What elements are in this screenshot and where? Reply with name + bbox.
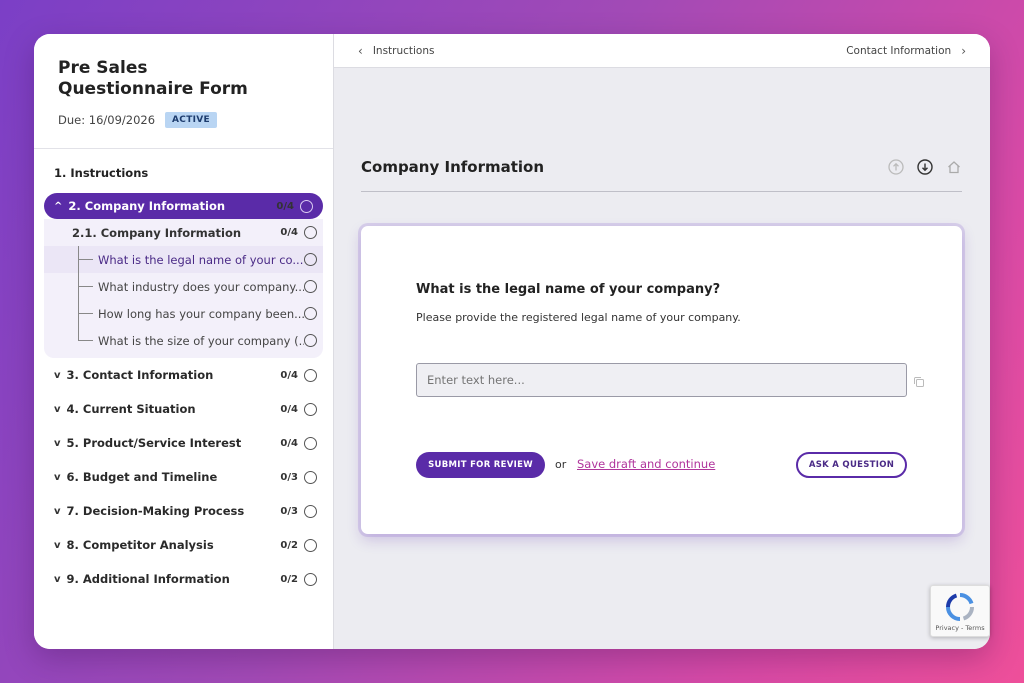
nav-question-item[interactable]: How long has your company been... bbox=[44, 300, 323, 327]
section-label: 3. Contact Information bbox=[66, 368, 214, 382]
due-date: Due: 16/09/2026 bbox=[58, 113, 156, 127]
subsection-label: 2.1. Company Information bbox=[72, 225, 242, 240]
tree-connector bbox=[78, 246, 98, 273]
chevron-down-icon: v bbox=[54, 539, 61, 551]
main-panel: ‹ Instructions Contact Information › Com… bbox=[334, 34, 990, 649]
question-label: What industry does your company... bbox=[98, 279, 304, 294]
chevron-left-icon: ‹ bbox=[358, 43, 363, 58]
or-text: or bbox=[555, 458, 567, 471]
section-count: 0/4 bbox=[280, 437, 298, 449]
progress-circle-icon bbox=[304, 368, 317, 382]
nav-item-instructions[interactable]: 1. Instructions bbox=[34, 163, 333, 193]
recaptcha-badge[interactable]: Privacy - Terms bbox=[930, 585, 990, 637]
nav-item-section[interactable]: v 8. Competitor Analysis 0/2 bbox=[34, 528, 333, 562]
nav-item-section[interactable]: v 9. Additional Information 0/2 bbox=[34, 562, 333, 596]
tree-connector bbox=[78, 327, 98, 354]
section-label: 7. Decision-Making Process bbox=[66, 504, 245, 518]
sidebar: Pre Sales Questionnaire Form Due: 16/09/… bbox=[34, 34, 334, 649]
nav-item-section[interactable]: v 7. Decision-Making Process 0/3 bbox=[34, 494, 333, 528]
subsection-block: 2.1. Company Information 0/4 What is the… bbox=[44, 219, 323, 358]
section-count: 0/2 bbox=[280, 573, 298, 585]
section-label: 9. Additional Information bbox=[66, 572, 230, 586]
home-icon[interactable] bbox=[945, 158, 962, 175]
page-header: Company Information bbox=[361, 152, 962, 192]
recaptcha-text: Privacy - Terms bbox=[935, 624, 985, 632]
section-label: 4. Current Situation bbox=[66, 402, 196, 416]
question-card: What is the legal name of your company? … bbox=[361, 226, 962, 534]
chevron-up-icon: ^ bbox=[54, 200, 63, 212]
chevron-down-icon: v bbox=[54, 403, 61, 415]
progress-circle-icon bbox=[304, 504, 317, 518]
chevron-down-icon: v bbox=[54, 471, 61, 483]
form-header: Pre Sales Questionnaire Form Due: 16/09/… bbox=[34, 34, 333, 149]
status-badge: ACTIVE bbox=[165, 112, 218, 128]
arrow-down-circle-icon[interactable] bbox=[916, 158, 933, 175]
save-draft-link[interactable]: Save draft and continue bbox=[577, 457, 715, 471]
progress-circle-icon bbox=[300, 199, 313, 213]
section-label: 8. Competitor Analysis bbox=[66, 538, 214, 552]
subsection-count: 0/4 bbox=[280, 227, 298, 238]
recaptcha-logo-icon bbox=[945, 592, 975, 621]
progress-circle-icon bbox=[304, 402, 317, 416]
answer-input[interactable] bbox=[416, 363, 907, 397]
question-label: What is the legal name of your co... bbox=[98, 252, 304, 267]
section-group-company: ^ 2. Company Information 0/4 2.1. Compan… bbox=[44, 193, 323, 358]
chevron-right-icon: › bbox=[961, 43, 966, 58]
form-title: Pre Sales Questionnaire Form bbox=[58, 58, 248, 99]
prev-label: Instructions bbox=[372, 44, 435, 57]
nav-item-section[interactable]: v 3. Contact Information 0/4 bbox=[34, 358, 333, 392]
nav-item-section[interactable]: v 6. Budget and Timeline 0/3 bbox=[34, 460, 333, 494]
section-label: 2. Company Information bbox=[68, 199, 226, 213]
nav-question-item[interactable]: What industry does your company... bbox=[44, 273, 323, 300]
due-row: Due: 16/09/2026 ACTIVE bbox=[58, 112, 333, 128]
progress-circle-icon bbox=[304, 334, 317, 347]
nav-item-section[interactable]: v 4. Current Situation 0/4 bbox=[34, 392, 333, 426]
progress-circle-icon bbox=[304, 226, 317, 239]
section-count: 0/3 bbox=[280, 505, 298, 517]
nav-question-item[interactable]: What is the size of your company (... bbox=[44, 327, 323, 354]
copy-icon[interactable] bbox=[913, 373, 925, 392]
progress-circle-icon bbox=[304, 307, 317, 320]
progress-circle-icon bbox=[304, 572, 317, 586]
nav-item-subsection[interactable]: 2.1. Company Information 0/4 bbox=[44, 219, 323, 246]
submit-for-review-button[interactable]: SUBMIT FOR REVIEW bbox=[416, 452, 545, 478]
next-label: Contact Information bbox=[846, 44, 952, 57]
section-count: 0/4 bbox=[276, 200, 294, 212]
chevron-down-icon: v bbox=[54, 573, 61, 585]
prev-nav-link[interactable]: ‹ Instructions bbox=[358, 44, 434, 58]
section-nav: 1. Instructions ^ 2. Company Information… bbox=[34, 149, 333, 596]
nav-item-section[interactable]: v 5. Product/Service Interest 0/4 bbox=[34, 426, 333, 460]
question-label: What is the size of your company (... bbox=[98, 333, 304, 348]
top-nav-bar: ‹ Instructions Contact Information › bbox=[334, 34, 990, 68]
nav-item-company-information[interactable]: ^ 2. Company Information 0/4 bbox=[44, 193, 323, 219]
chevron-down-icon: v bbox=[54, 369, 61, 381]
progress-circle-icon bbox=[304, 436, 317, 450]
ask-question-button[interactable]: ASK A QUESTION bbox=[796, 452, 907, 478]
chevron-down-icon: v bbox=[54, 437, 61, 449]
next-nav-link[interactable]: Contact Information › bbox=[846, 44, 966, 58]
progress-circle-icon bbox=[304, 253, 317, 266]
section-label: 5. Product/Service Interest bbox=[66, 436, 242, 450]
section-label: 6. Budget and Timeline bbox=[66, 470, 218, 484]
section-count: 0/3 bbox=[280, 471, 298, 483]
progress-circle-icon bbox=[304, 470, 317, 484]
nav-question-item[interactable]: What is the legal name of your co... bbox=[44, 246, 323, 273]
progress-circle-icon bbox=[304, 280, 317, 293]
section-count: 0/4 bbox=[280, 403, 298, 415]
tree-connector bbox=[78, 273, 98, 300]
page-title: Company Information bbox=[361, 158, 545, 176]
tree-connector bbox=[78, 300, 98, 327]
header-icons bbox=[887, 158, 962, 175]
progress-circle-icon bbox=[304, 538, 317, 552]
chevron-down-icon: v bbox=[54, 505, 61, 517]
question-label: How long has your company been... bbox=[98, 306, 304, 321]
question-description: Please provide the registered legal name… bbox=[416, 311, 741, 324]
question-title: What is the legal name of your company? bbox=[416, 282, 721, 297]
section-count: 0/2 bbox=[280, 539, 298, 551]
app-window: Pre Sales Questionnaire Form Due: 16/09/… bbox=[34, 34, 990, 649]
arrow-up-circle-icon[interactable] bbox=[887, 158, 904, 175]
section-count: 0/4 bbox=[280, 369, 298, 381]
